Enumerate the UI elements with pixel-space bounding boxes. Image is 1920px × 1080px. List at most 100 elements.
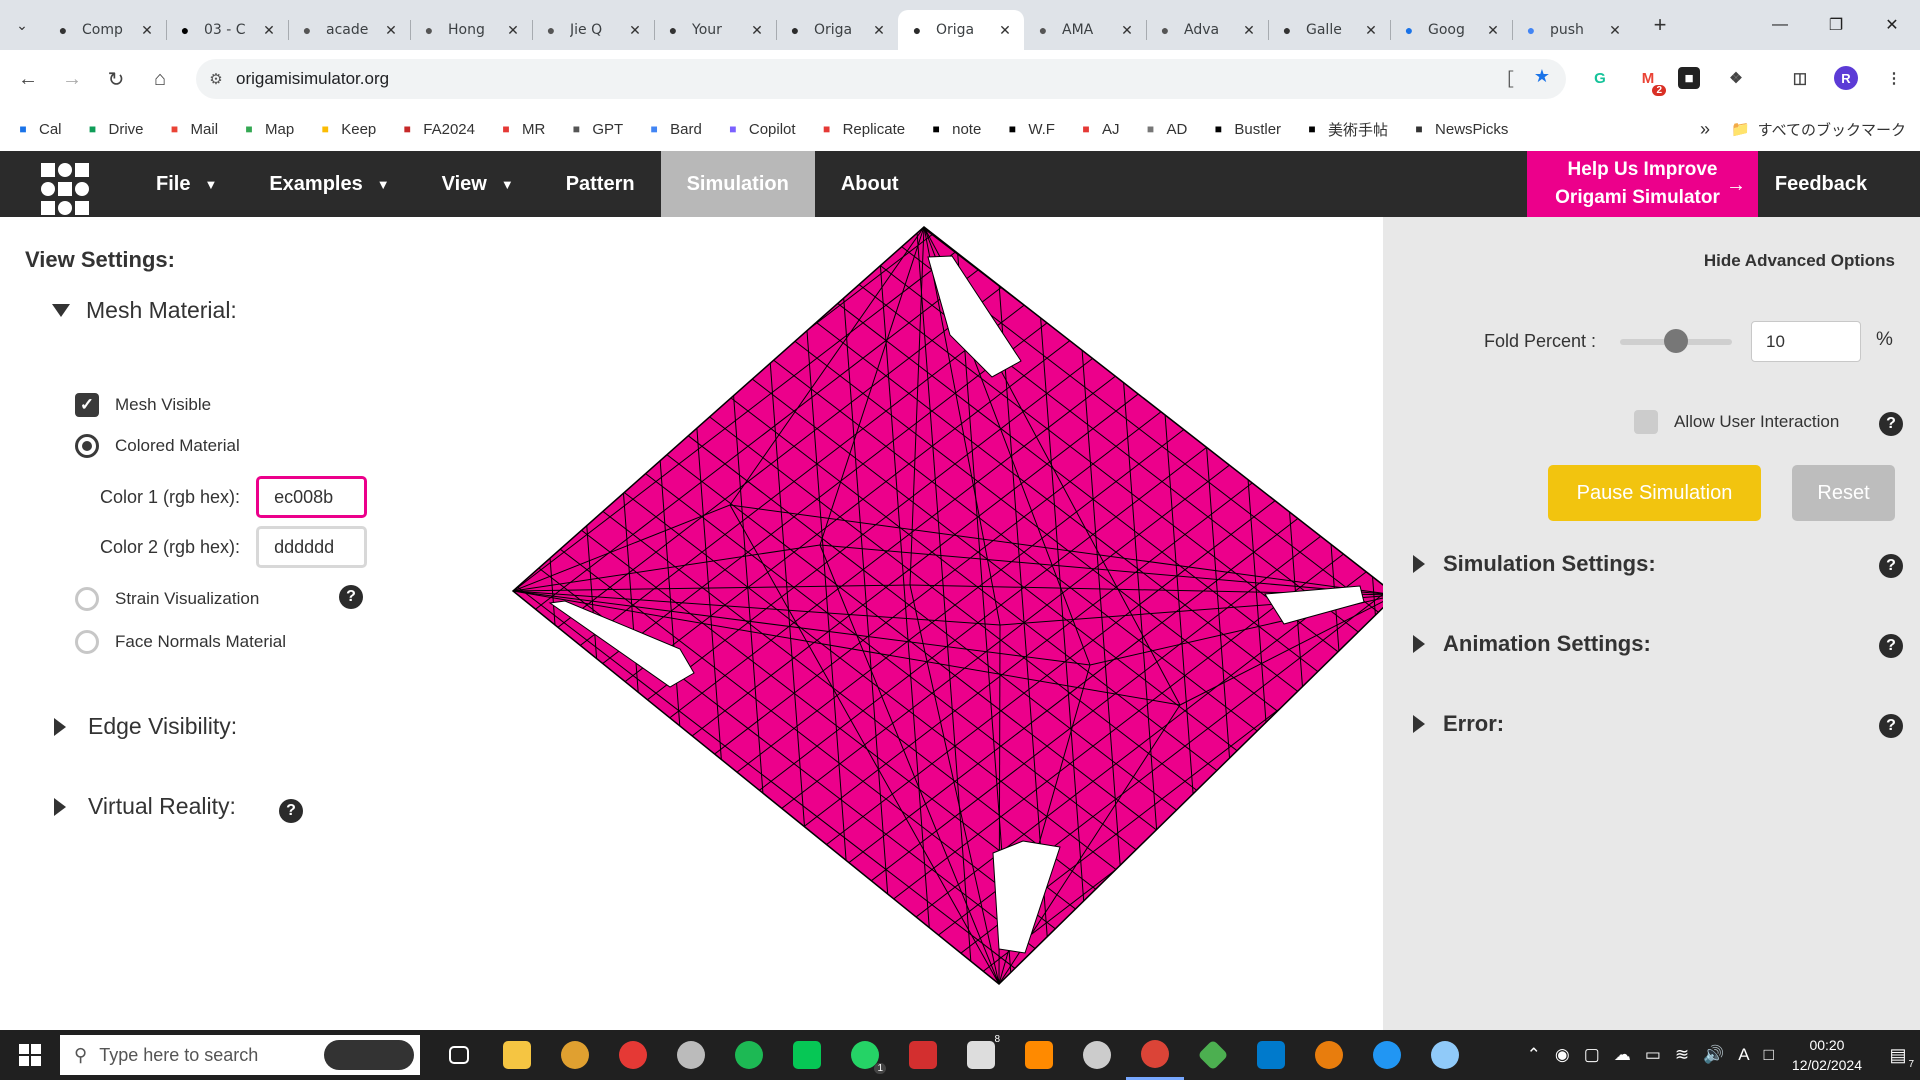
tab-close-icon[interactable]: ✕ [504,22,522,39]
browser-tab[interactable]: ● Goog ✕ [1390,10,1512,50]
mesh-material-toggle[interactable]: Mesh Material: [52,297,237,324]
tab-close-icon[interactable]: ✕ [626,22,644,39]
photos-icon[interactable] [546,1030,604,1080]
color2-input[interactable]: dddddd [256,526,368,568]
bookmark-item[interactable]: ■ Keep [316,119,377,140]
reset-button[interactable]: Reset [1792,465,1895,521]
tab-close-icon[interactable]: ✕ [748,22,766,39]
bookmarks-overflow-icon[interactable]: » [1700,119,1710,140]
line-icon[interactable] [778,1030,836,1080]
menu-simulation[interactable]: Simulation [660,151,815,217]
browser-tab[interactable]: ● 03 - C ✕ [166,10,288,50]
new-tab-plus-icon[interactable]: + [1640,12,1680,38]
bookmark-item[interactable]: ■ AJ [1077,119,1119,140]
forward-arrow-icon[interactable]: → [50,68,94,91]
tab-close-icon[interactable]: ✕ [1118,22,1136,39]
simulation-settings-toggle[interactable]: Simulation Settings: [1413,551,1656,577]
menu-examples[interactable]: Examples ▼ [243,151,415,217]
edge-visibility-toggle[interactable]: Edge Visibility: [54,713,237,740]
home-icon[interactable]: ⌂ [138,68,182,91]
meet-icon[interactable]: ▢ [1584,1045,1600,1065]
menu-view[interactable]: View ▼ [416,151,540,217]
allow-user-interaction-checkbox[interactable] [1634,410,1658,434]
tab-close-icon[interactable]: ✕ [870,22,888,39]
grammarly-icon[interactable]: G [1586,64,1614,92]
feedback-button[interactable]: Feedback [1758,151,1884,217]
error-help-icon[interactable]: ? [1879,714,1903,738]
browser-tab[interactable]: ● Origa ✕ [898,10,1024,50]
tab-close-icon[interactable]: ✕ [138,22,156,39]
translate-icon[interactable]: ［ [1496,66,1514,92]
chrome-icon[interactable] [1126,1030,1184,1080]
help-app-icon[interactable] [1358,1030,1416,1080]
volume-icon[interactable]: 🔊 [1703,1045,1724,1065]
cloud-icon[interactable]: ☁ [1614,1045,1631,1065]
color1-input[interactable]: ec008b [256,476,368,518]
back-arrow-icon[interactable]: ← [6,68,50,91]
extension-square-icon[interactable]: ■ [1678,67,1700,89]
file-explorer-icon[interactable] [488,1030,546,1080]
tab-close-icon[interactable]: ✕ [1606,22,1624,39]
colored-material-option[interactable]: Colored Material [75,434,240,458]
whatsapp-icon[interactable]: 1 [836,1030,894,1080]
colored-material-radio[interactable] [75,434,99,458]
bookmark-item[interactable]: ■ Copilot [724,119,795,140]
bookmark-item[interactable]: ■ W.F [1003,119,1055,140]
virtual-reality-toggle[interactable]: Virtual Reality: [54,793,236,820]
browser-tab[interactable]: ● Adva ✕ [1146,10,1268,50]
all-bookmarks[interactable]: 📁 すべてのブックマーク [1731,119,1906,140]
bookmark-item[interactable]: ■ Mail [166,119,218,140]
ime-indicator[interactable]: A [1738,1045,1749,1065]
hide-advanced-options-link[interactable]: Hide Advanced Options [1704,251,1895,271]
address-bar[interactable]: ⚙ origamisimulator.org ［ ★ [196,59,1566,99]
bookmark-item[interactable]: ■ Replicate [818,119,905,140]
bookmark-item[interactable]: ■ Bustler [1209,119,1281,140]
strain-help-icon[interactable]: ? [339,585,363,609]
tab-close-icon[interactable]: ✕ [996,22,1014,39]
pen-icon[interactable]: □ [1764,1045,1774,1065]
grasshopper-icon[interactable] [1068,1030,1126,1080]
strain-visualization-radio[interactable] [75,587,99,611]
notification-center-icon[interactable]: ▤ 7 [1876,1045,1920,1070]
simulation-canvas[interactable] [480,217,1398,1030]
browser-tab[interactable]: ● Origa ✕ [776,10,898,50]
browser-tab[interactable]: ● AMA ✕ [1024,10,1146,50]
vr-help-icon[interactable]: ? [279,799,303,823]
blender-icon[interactable] [1300,1030,1358,1080]
bookmark-item[interactable]: ■ NewsPicks [1410,119,1508,140]
mesh-visible-option[interactable]: ✓ Mesh Visible [75,393,211,417]
record-icon[interactable]: ◉ [1555,1045,1570,1065]
vpn-icon[interactable] [1184,1030,1242,1080]
chevron-up-icon[interactable]: ⌃ [1527,1045,1541,1065]
minimize-icon[interactable]: — [1752,0,1808,50]
pause-simulation-button[interactable]: Pause Simulation [1548,465,1761,521]
browser-tab[interactable]: ● Comp ✕ [44,10,166,50]
copilot-icon[interactable] [324,1040,414,1070]
face-normals-radio[interactable] [75,630,99,654]
acrobat-icon[interactable] [894,1030,952,1080]
url-text[interactable]: origamisimulator.org [236,69,1496,89]
tab-close-icon[interactable]: ✕ [260,22,278,39]
bookmark-item[interactable]: ■ FA2024 [398,119,475,140]
bookmark-item[interactable]: ■ AD [1142,119,1187,140]
fusion-icon[interactable] [1010,1030,1068,1080]
tab-close-icon[interactable]: ✕ [382,22,400,39]
face-normals-option[interactable]: Face Normals Material [75,630,286,654]
help-improve-button[interactable]: Help Us Improve Origami Simulator → [1527,151,1758,217]
mesh-visible-checkbox[interactable]: ✓ [75,393,99,417]
menu-about[interactable]: About [815,151,925,217]
browser-tab[interactable]: ● Your ✕ [654,10,776,50]
origami-simulator-logo[interactable] [0,151,130,217]
animation-settings-toggle[interactable]: Animation Settings: [1413,631,1651,657]
interaction-help-icon[interactable]: ? [1879,412,1903,436]
vscode-icon[interactable] [1242,1030,1300,1080]
browser-tab[interactable]: ● Galle ✕ [1268,10,1390,50]
browser-tab[interactable]: ● Hong ✕ [410,10,532,50]
wifi-icon[interactable]: ≋ [1675,1045,1689,1065]
fold-percent-input[interactable]: 10 [1751,321,1861,362]
fold-percent-slider-handle[interactable] [1664,329,1688,353]
voice-recorder-icon[interactable] [604,1030,662,1080]
site-info-icon[interactable]: ⚙ [196,70,236,88]
windows-start-icon[interactable] [0,1044,60,1066]
bookmark-item[interactable]: ■ GPT [567,119,623,140]
